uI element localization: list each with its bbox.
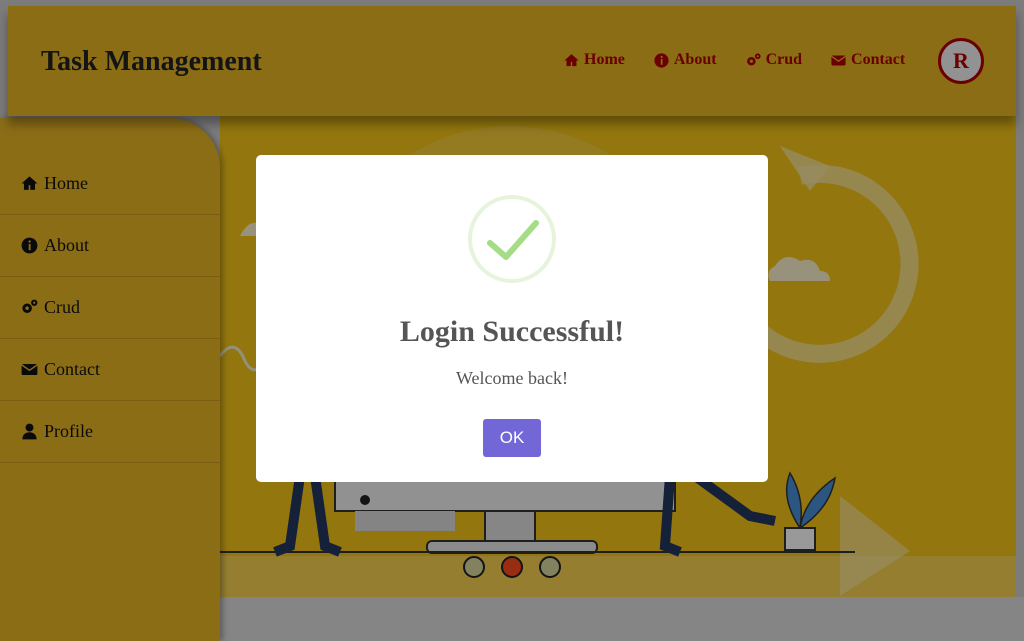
dialog-title: Login Successful! [399, 315, 625, 348]
success-icon-circle [468, 195, 556, 283]
checkmark-icon [487, 220, 539, 260]
success-dialog: Login Successful! Welcome back! OK [256, 155, 768, 482]
dialog-message: Welcome back! [456, 368, 568, 388]
page: Task Management Home About Crud Contact … [0, 0, 1024, 641]
ok-button[interactable]: OK [483, 419, 541, 457]
